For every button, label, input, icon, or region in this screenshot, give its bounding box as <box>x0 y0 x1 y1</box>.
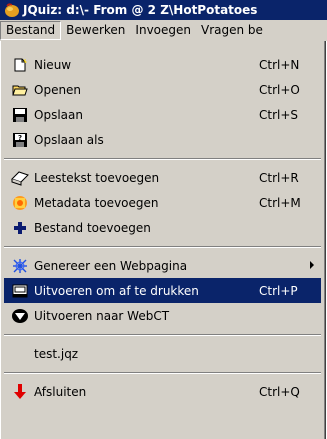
hot-potatoes-app-icon <box>5 3 19 17</box>
add-file-icon <box>10 219 30 237</box>
menu-item-shortcut: Ctrl+M <box>259 195 301 210</box>
print-icon <box>10 282 30 300</box>
menu-item-opslaan-als[interactable]: ? Opslaan als <box>4 127 321 152</box>
menu-item-opslaan[interactable]: Opslaan Ctrl+S <box>4 102 321 127</box>
menu-separator <box>4 158 321 160</box>
menu-item-label: Genereer een Webpagina <box>34 258 188 273</box>
metadata-icon <box>10 194 30 212</box>
menu-item-afsluiten[interactable]: Afsluiten Ctrl+Q <box>4 379 321 404</box>
menu-item-openen[interactable]: Openen Ctrl+O <box>4 77 321 102</box>
menu-item-genereer-webpagina[interactable]: Genereer een Webpagina <box>4 253 321 278</box>
menu-separator <box>4 372 321 374</box>
exit-icon <box>10 383 30 401</box>
menu-item-label: Bestand toevoegen <box>34 220 151 235</box>
menu-bar: Bestand Bewerken Invoegen Vragen be <box>0 20 327 41</box>
menu-item-metadata-toevoegen[interactable]: Metadata toevoegen Ctrl+M <box>4 190 321 215</box>
open-folder-icon <box>10 81 30 99</box>
new-file-icon <box>10 56 30 74</box>
menu-item-uitvoeren-afdrukken[interactable]: Uitvoeren om af te drukken Ctrl+P <box>4 278 321 303</box>
menu-separator <box>4 246 321 248</box>
web-page-icon <box>10 257 30 275</box>
title-bar[interactable]: JQuiz: d:\- From @ 2 Z\HotPotatoes <box>0 0 327 20</box>
menu-bewerken[interactable]: Bewerken <box>61 21 130 40</box>
menu-item-shortcut: Ctrl+Q <box>259 384 300 399</box>
menu-item-shortcut: Ctrl+P <box>259 283 298 298</box>
bestand-dropdown-menu: Nieuw Ctrl+N Openen Ctrl+O Opslaan Ctrl+… <box>0 41 326 439</box>
menu-item-shortcut: Ctrl+S <box>259 107 299 122</box>
reading-text-icon <box>10 169 30 187</box>
menu-item-shortcut: Ctrl+O <box>259 82 300 97</box>
menu-vragen[interactable]: Vragen be <box>196 21 268 40</box>
menu-item-nieuw[interactable]: Nieuw Ctrl+N <box>4 52 321 77</box>
menu-item-label: test.jqz <box>34 346 79 361</box>
menu-item-label: Opslaan als <box>34 132 104 147</box>
menu-bestand[interactable]: Bestand <box>0 21 62 40</box>
menu-separator <box>4 334 321 336</box>
webct-icon <box>10 307 30 325</box>
menu-item-recent-file[interactable]: test.jqz <box>4 341 321 366</box>
menu-item-shortcut: Ctrl+R <box>259 170 299 185</box>
menu-item-label: Uitvoeren naar WebCT <box>34 308 170 323</box>
menu-invoegen[interactable]: Invoegen <box>130 21 196 40</box>
menu-item-shortcut: Ctrl+N <box>259 57 300 72</box>
menu-item-leestekst-toevoegen[interactable]: Leestekst toevoegen Ctrl+R <box>4 165 321 190</box>
menu-item-uitvoeren-webct[interactable]: Uitvoeren naar WebCT <box>4 303 321 328</box>
save-disk-icon <box>10 106 30 124</box>
window-title: JQuiz: d:\- From @ 2 Z\HotPotatoes <box>23 3 258 17</box>
submenu-arrow-icon <box>310 261 314 269</box>
svg-text:?: ? <box>18 134 22 142</box>
save-as-icon: ? <box>10 131 30 149</box>
menu-item-bestand-toevoegen[interactable]: Bestand toevoegen <box>4 215 321 240</box>
